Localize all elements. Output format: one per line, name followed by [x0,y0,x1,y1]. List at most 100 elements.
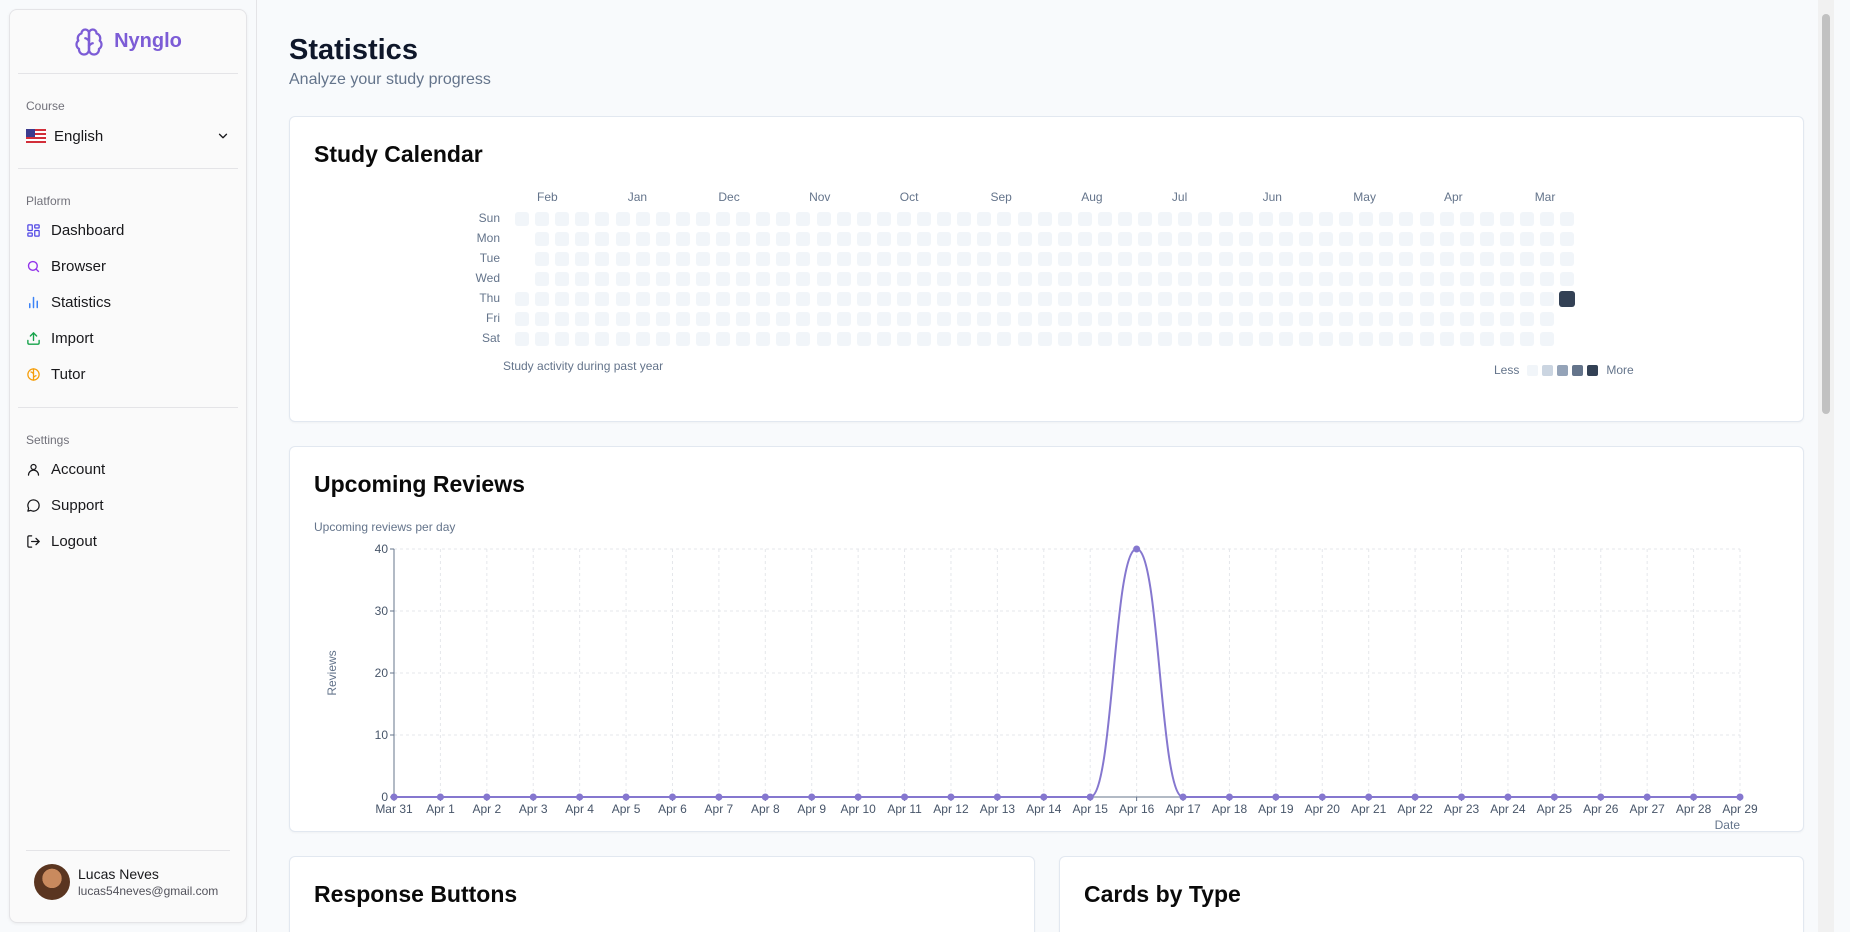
heatmap-cell[interactable] [1359,332,1374,346]
heatmap-cell[interactable] [997,292,1012,306]
heatmap-cell[interactable] [1298,272,1313,286]
heatmap-cell[interactable] [1540,252,1555,266]
heatmap-cell[interactable] [836,312,851,326]
heatmap-cell[interactable] [635,332,650,346]
heatmap-cell[interactable] [1158,292,1173,306]
heatmap-cell[interactable] [1419,272,1434,286]
heatmap-cell[interactable] [917,252,931,266]
heatmap-cell[interactable] [1158,232,1173,246]
heatmap-cell[interactable] [896,292,911,306]
heatmap-cell[interactable] [736,212,751,226]
heatmap-cell[interactable] [575,272,590,286]
heatmap-cell[interactable] [1198,272,1213,286]
heatmap-cell[interactable] [1178,332,1193,346]
heatmap-cell[interactable] [515,332,529,346]
heatmap-cell[interactable] [716,272,730,286]
heatmap-cell[interactable] [695,332,710,346]
heatmap-cell[interactable] [1339,332,1354,346]
heatmap-cell[interactable] [1138,292,1153,306]
heatmap-cell[interactable] [1258,332,1273,346]
heatmap-cell[interactable] [635,272,650,286]
heatmap-cell[interactable] [635,212,650,226]
heatmap-cell[interactable] [615,332,630,346]
heatmap-cell[interactable] [1118,292,1132,306]
heatmap-cell[interactable] [695,292,710,306]
heatmap-cell[interactable] [1540,272,1555,286]
heatmap-cell[interactable] [1439,252,1454,266]
heatmap-cell[interactable] [977,272,992,286]
heatmap-cell[interactable] [1218,252,1233,266]
heatmap-cell[interactable] [796,212,811,226]
heatmap-cell[interactable] [716,212,730,226]
heatmap-cell[interactable] [1198,292,1213,306]
heatmap-cell[interactable] [1138,232,1153,246]
heatmap-cell[interactable] [1459,212,1474,226]
heatmap-cell[interactable] [896,252,911,266]
heatmap-cell[interactable] [856,312,871,326]
heatmap-cell[interactable] [1339,312,1354,326]
heatmap-cell[interactable] [1258,292,1273,306]
heatmap-cell[interactable] [1419,312,1434,326]
heatmap-cell[interactable] [1319,212,1333,226]
heatmap-cell[interactable] [1459,312,1474,326]
heatmap-cell[interactable] [535,232,550,246]
heatmap-cell[interactable] [756,272,771,286]
heatmap-cell[interactable] [1459,252,1474,266]
heatmap-cell[interactable] [1540,332,1555,346]
heatmap-cell[interactable] [816,212,831,226]
heatmap-cell[interactable] [716,332,730,346]
heatmap-cell[interactable] [615,252,630,266]
heatmap-cell[interactable] [1077,232,1092,246]
heatmap-cell[interactable] [1339,272,1354,286]
heatmap-cell[interactable] [1419,292,1434,306]
heatmap-cell[interactable] [1158,272,1173,286]
heatmap-cell[interactable] [776,272,791,286]
heatmap-cell[interactable] [1198,312,1213,326]
heatmap-cell[interactable] [555,292,570,306]
heatmap-cell[interactable] [575,232,590,246]
heatmap-cell[interactable] [756,212,771,226]
heatmap-cell[interactable] [816,312,831,326]
heatmap-cell[interactable] [695,212,710,226]
heatmap-cell[interactable] [776,292,791,306]
heatmap-cell[interactable] [796,252,811,266]
heatmap-cell[interactable] [1359,292,1374,306]
heatmap-cell[interactable] [675,212,690,226]
heatmap-cell[interactable] [796,292,811,306]
nav-item-import[interactable]: Import [10,320,246,356]
heatmap-cell[interactable] [1560,212,1575,226]
heatmap-cell[interactable] [1138,252,1153,266]
heatmap-cell[interactable] [1077,332,1092,346]
heatmap-cell[interactable] [1097,272,1112,286]
heatmap-cell[interactable] [555,212,570,226]
heatmap-cell[interactable] [937,292,952,306]
heatmap-cell[interactable] [575,252,590,266]
heatmap-cell[interactable] [1057,332,1072,346]
heatmap-cell[interactable] [1540,232,1555,246]
heatmap-cell[interactable] [1077,252,1092,266]
heatmap-cell[interactable] [1097,232,1112,246]
heatmap-cell[interactable] [1057,312,1072,326]
heatmap-cell[interactable] [896,212,911,226]
heatmap-cell[interactable] [1339,292,1354,306]
heatmap-cell[interactable] [716,252,730,266]
heatmap-cell[interactable] [1017,292,1032,306]
heatmap-cell[interactable] [515,292,529,306]
heatmap-cell[interactable] [1138,272,1153,286]
heatmap-cell[interactable] [655,312,670,326]
heatmap-cell[interactable] [1138,332,1153,346]
heatmap-cell[interactable] [776,232,791,246]
heatmap-cell[interactable] [977,312,992,326]
nav-item-tutor[interactable]: Tutor [10,356,246,392]
heatmap-cell[interactable] [1077,292,1092,306]
heatmap-cell[interactable] [856,232,871,246]
heatmap-cell[interactable] [957,292,972,306]
heatmap-cell[interactable] [1379,272,1394,286]
heatmap-cell[interactable] [1037,232,1052,246]
heatmap-cell[interactable] [1158,252,1173,266]
heatmap-cell[interactable] [716,312,730,326]
heatmap-cell[interactable] [1298,312,1313,326]
heatmap-cell[interactable] [1198,252,1213,266]
heatmap-cell[interactable] [856,292,871,306]
heatmap-cell[interactable] [756,332,771,346]
